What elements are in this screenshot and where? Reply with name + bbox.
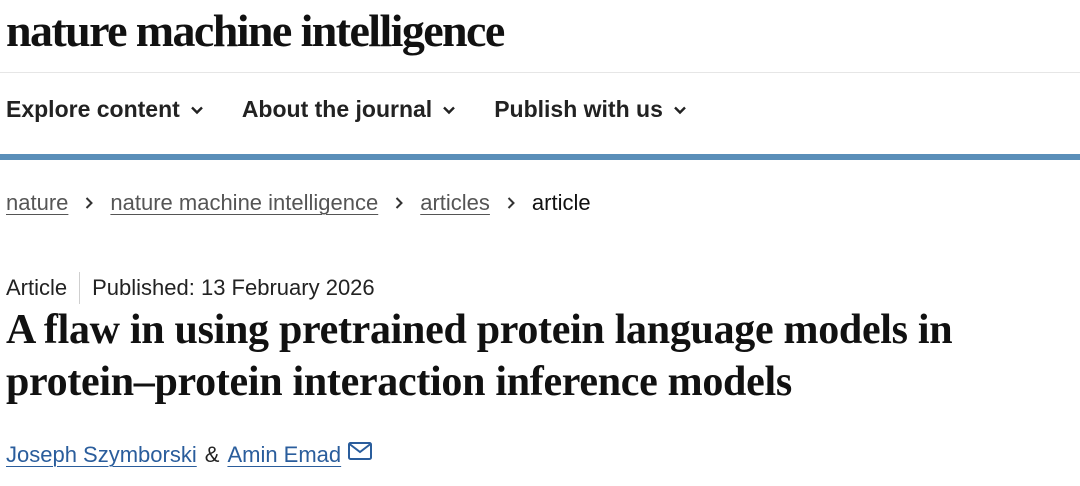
nav-explore-content[interactable]: Explore content <box>6 96 204 123</box>
chevron-down-icon <box>443 106 456 114</box>
nav-about-journal[interactable]: About the journal <box>242 96 456 123</box>
publish-date: Published: 13 February 2026 <box>92 275 375 300</box>
accent-bar <box>0 154 1080 160</box>
site-logo[interactable]: nature machine intelligence <box>6 4 505 57</box>
nav-item-label: About the journal <box>241 96 433 122</box>
main-nav: Explore content About the journal Publis… <box>6 96 725 123</box>
breadcrumb-nature[interactable]: nature <box>6 190 68 216</box>
author-separator: & <box>204 442 220 467</box>
chevron-down-icon <box>190 106 203 114</box>
chevron-right-icon <box>507 197 515 209</box>
breadcrumb-current: article <box>531 190 591 215</box>
author-link[interactable]: Joseph Szymborski <box>6 442 197 468</box>
chevron-down-icon <box>674 106 686 114</box>
breadcrumb-articles[interactable]: articles <box>420 190 490 216</box>
meta-divider <box>79 272 81 304</box>
mail-icon[interactable] <box>347 440 373 462</box>
nav-publish-with-us[interactable]: Publish with us <box>494 96 687 123</box>
author-link[interactable]: Amin Emad <box>227 442 341 468</box>
article-meta: Article Published: 13 February 2026 <box>6 272 375 304</box>
nav-item-label: Publish with us <box>494 96 663 122</box>
header-divider <box>0 72 1080 73</box>
article-type: Article <box>6 275 68 300</box>
chevron-right-icon <box>86 197 94 209</box>
article-title: A flaw in using pretrained protein langu… <box>6 307 953 405</box>
nav-item-label: Explore content <box>6 96 180 122</box>
breadcrumb-journal[interactable]: nature machine intelligence <box>110 190 378 216</box>
breadcrumb: nature nature machine intelligence artic… <box>6 190 591 216</box>
author-list: Joseph Szymborski & Amin Emad <box>6 442 373 468</box>
chevron-right-icon <box>396 197 404 209</box>
